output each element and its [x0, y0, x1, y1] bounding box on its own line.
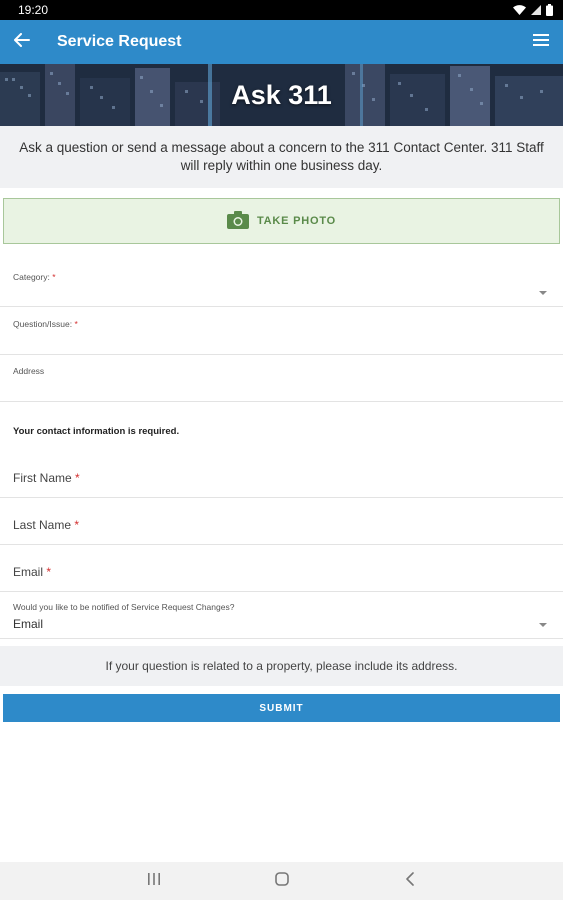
banner-title: Ask 311 [231, 79, 332, 110]
first-name-placeholder: First Name * [13, 471, 80, 485]
home-button[interactable] [268, 867, 296, 895]
question-field[interactable]: Question/Issue: * [0, 307, 563, 355]
address-label: Address [13, 366, 45, 376]
chevron-down-icon [539, 623, 547, 627]
camera-icon [226, 210, 249, 232]
recent-apps-icon [147, 872, 161, 890]
status-time: 19:20 [18, 3, 49, 17]
page-title: Service Request [57, 33, 182, 50]
home-icon [274, 871, 289, 891]
category-select[interactable]: Category: * [0, 260, 563, 307]
question-label: Question/Issue: * [13, 319, 78, 329]
address-field[interactable]: Address [0, 355, 563, 402]
back-nav-button[interactable] [396, 867, 424, 895]
take-photo-button[interactable]: TAKE PHOTO [3, 198, 560, 244]
submit-button[interactable]: SUBMIT [3, 694, 560, 722]
arrow-left-icon [14, 32, 30, 52]
battery-icon [546, 4, 553, 16]
hero-banner: Ask 311 [0, 64, 563, 126]
chevron-down-icon [539, 291, 547, 295]
contact-required-note: Your contact information is required. [13, 426, 180, 437]
back-nav-icon [405, 871, 415, 891]
wifi-icon [513, 5, 526, 15]
status-icons [513, 4, 553, 16]
take-photo-label: TAKE PHOTO [256, 215, 337, 227]
notification-select[interactable]: Would you like to be notified of Service… [0, 592, 563, 639]
status-bar: 19:20 [0, 0, 563, 20]
property-address-hint: If your question is related to a propert… [0, 646, 563, 686]
signal-icon [531, 5, 541, 15]
notification-label: Would you like to be notified of Service… [13, 602, 235, 612]
category-label: Category: * [13, 272, 56, 282]
email-placeholder: Email * [13, 565, 52, 579]
app-bar: Service Request [0, 20, 563, 64]
email-field[interactable]: Email * [0, 545, 563, 592]
hamburger-menu-icon [533, 33, 549, 51]
intro-text: Ask a question or send a message about a… [0, 126, 563, 188]
menu-button[interactable] [519, 20, 563, 64]
recent-apps-button[interactable] [140, 867, 168, 895]
last-name-field[interactable]: Last Name * [0, 498, 563, 545]
last-name-placeholder: Last Name * [13, 518, 80, 532]
notification-value: Email [13, 617, 44, 631]
back-button[interactable] [0, 20, 44, 64]
system-nav-bar [0, 862, 563, 900]
first-name-field[interactable]: First Name * [0, 451, 563, 498]
